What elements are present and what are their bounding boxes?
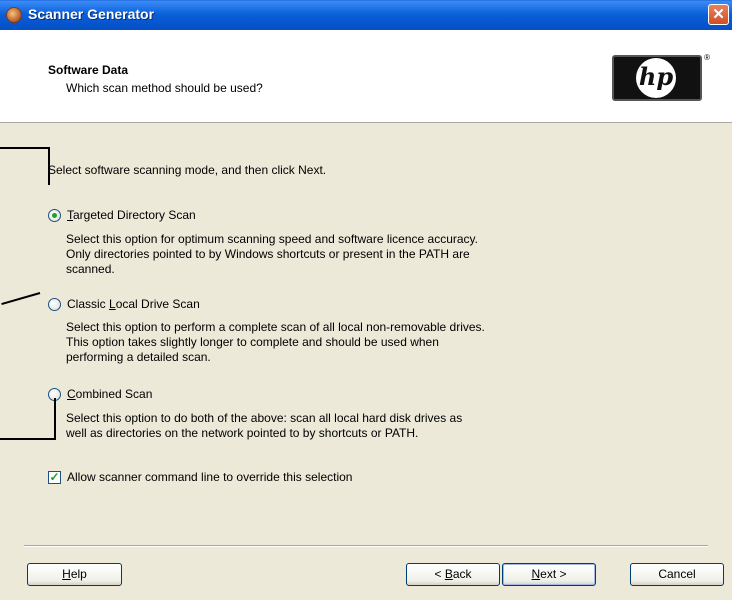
scanner-generator-window: Scanner Generator ✕ Software Data Which … — [0, 0, 732, 600]
title-bar[interactable]: Scanner Generator ✕ — [0, 0, 732, 31]
next-button-label: Next > — [531, 567, 567, 581]
close-button[interactable]: ✕ — [708, 4, 729, 25]
registered-mark: ® — [704, 53, 710, 62]
combined-scan-description: Select this option to do both of the abo… — [66, 411, 586, 441]
callout-line-3-vertical — [54, 398, 56, 440]
back-button-label: < Back — [434, 567, 472, 581]
description-line: scanned. — [66, 262, 115, 276]
help-button-label: Help — [62, 567, 87, 581]
hp-logo: hp ® — [612, 53, 710, 101]
description-line: Select this option for optimum scanning … — [66, 232, 478, 246]
combined-scan-label[interactable]: Combined Scan — [67, 387, 152, 401]
classic-local-drive-scan-label[interactable]: Classic Local Drive Scan — [67, 297, 200, 311]
cancel-button[interactable]: Cancel — [630, 563, 724, 586]
description-line: This option takes slightly longer to com… — [66, 335, 439, 349]
page-title: Software Data — [48, 63, 129, 77]
cancel-button-label: Cancel — [658, 567, 696, 581]
classic-local-drive-scan-radio[interactable] — [48, 297, 61, 311]
targeted-directory-scan-option[interactable]: Targeted Directory Scan — [48, 208, 196, 222]
help-button[interactable]: Help — [27, 563, 122, 586]
targeted-directory-scan-label[interactable]: Targeted Directory Scan — [67, 208, 196, 222]
description-line: Select this option to do both of the abo… — [66, 411, 463, 425]
classic-local-drive-scan-description: Select this option to perform a complete… — [66, 320, 586, 365]
footer-divider — [24, 545, 708, 547]
combined-scan-option[interactable]: Combined Scan — [48, 387, 152, 401]
callout-line-1-horizontal — [0, 147, 50, 149]
targeted-directory-scan-radio[interactable] — [48, 208, 61, 222]
instruction-text: Select software scanning mode, and then … — [48, 163, 327, 177]
next-button[interactable]: Next > — [502, 563, 596, 586]
override-selection-option[interactable]: ✓ Allow scanner command line to override… — [48, 470, 352, 484]
description-line: Only directories pointed to by Windows s… — [66, 247, 470, 261]
targeted-directory-scan-description: Select this option for optimum scanning … — [66, 232, 586, 277]
description-line: performing a detailed scan. — [66, 350, 211, 364]
wizard-header: Software Data Which scan method should b… — [0, 30, 732, 123]
wizard-content: Select software scanning mode, and then … — [0, 123, 732, 600]
back-button[interactable]: < Back — [406, 563, 500, 586]
override-selection-checkbox[interactable]: ✓ — [48, 470, 61, 484]
window-title: Scanner Generator — [28, 6, 155, 22]
scanner-app-icon — [6, 7, 22, 23]
override-selection-label[interactable]: Allow scanner command line to override t… — [67, 470, 352, 484]
description-line: Select this option to perform a complete… — [66, 320, 485, 334]
page-subtitle: Which scan method should be used? — [66, 81, 263, 95]
callout-line-3-horizontal — [0, 438, 56, 440]
close-icon: ✕ — [712, 6, 725, 23]
hp-logo-text: hp — [638, 62, 674, 91]
classic-local-drive-scan-option[interactable]: Classic Local Drive Scan — [48, 297, 200, 311]
description-line: well as directories on the network point… — [66, 426, 419, 440]
callout-line-1-vertical — [48, 147, 50, 185]
